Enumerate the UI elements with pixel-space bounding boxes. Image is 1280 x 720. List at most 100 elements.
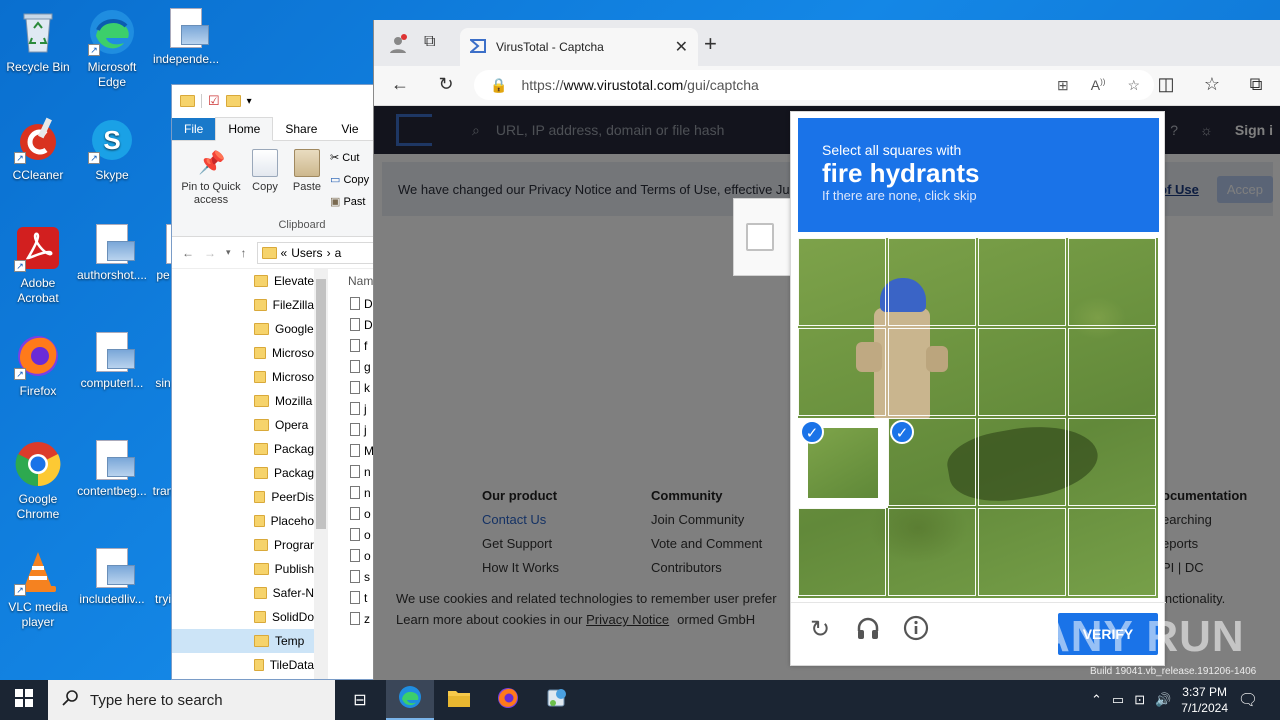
desktop-icon-authorshot[interactable]: authorshot.... bbox=[74, 224, 150, 283]
captcha-tile[interactable] bbox=[888, 238, 976, 326]
column-header-name[interactable]: Nam bbox=[330, 269, 375, 293]
nav-item[interactable]: Temp bbox=[172, 629, 314, 653]
nav-item[interactable]: SolidDo bbox=[172, 605, 314, 629]
path-next[interactable]: a bbox=[335, 246, 342, 260]
taskbar-app[interactable] bbox=[533, 680, 581, 720]
nav-item[interactable]: Packag bbox=[172, 437, 314, 461]
file-list-item[interactable]: j bbox=[330, 398, 375, 419]
taskbar-search[interactable]: Type here to search bbox=[48, 680, 335, 720]
back-icon[interactable]: ← bbox=[388, 74, 412, 95]
captcha-tile[interactable] bbox=[798, 508, 886, 596]
tab-view[interactable]: Vie bbox=[329, 118, 370, 140]
nav-item[interactable]: Elevate bbox=[172, 269, 314, 293]
taskbar-edge[interactable] bbox=[386, 680, 434, 720]
nav-item[interactable]: Publish bbox=[172, 557, 314, 581]
desktop-icon-recycle-bin[interactable]: Recycle Bin bbox=[0, 8, 76, 75]
nav-item[interactable]: FileZilla bbox=[172, 293, 314, 317]
close-tab-icon[interactable]: ✕ bbox=[675, 37, 688, 57]
profile-icon[interactable] bbox=[388, 34, 408, 59]
back-arrow-icon[interactable]: ← bbox=[182, 246, 194, 260]
notifications-button[interactable]: 🗨 bbox=[1224, 680, 1272, 720]
address-bar[interactable]: 🔒 https://www.virustotal.com/gui/captcha… bbox=[474, 70, 1154, 100]
tab-virustotal-captcha[interactable]: VirusTotal - Captcha ✕ bbox=[460, 28, 698, 66]
tab-home[interactable]: Home bbox=[215, 117, 274, 141]
path-users[interactable]: Users bbox=[291, 246, 322, 260]
recent-chevron-icon[interactable]: ▾ bbox=[226, 247, 231, 258]
file-list-item[interactable]: n bbox=[330, 482, 375, 503]
file-list-item[interactable]: o bbox=[330, 545, 375, 566]
cut-button[interactable]: ✂ Cut bbox=[330, 147, 369, 169]
up-arrow-icon[interactable]: ↑ bbox=[241, 246, 247, 260]
scrollbar-thumb[interactable] bbox=[316, 279, 326, 529]
battery-icon[interactable]: ▭ bbox=[1112, 692, 1124, 708]
pin-to-quick-access-button[interactable]: 📌 Pin to Quick access bbox=[176, 149, 246, 207]
nav-item[interactable]: Microso bbox=[172, 341, 314, 365]
captcha-tile[interactable] bbox=[798, 328, 886, 416]
file-list-item[interactable]: f bbox=[330, 335, 375, 356]
captcha-checkbox[interactable] bbox=[746, 223, 774, 251]
captcha-tile[interactable] bbox=[1068, 328, 1156, 416]
file-list-item[interactable]: o bbox=[330, 503, 375, 524]
tab-actions-icon[interactable]: ⧉ bbox=[424, 33, 435, 51]
nav-item[interactable]: PeerDis bbox=[172, 485, 314, 509]
desktop-icon-contentbeg[interactable]: contentbeg... bbox=[74, 440, 150, 499]
lock-icon[interactable]: 🔒 bbox=[490, 77, 507, 94]
collections-icon[interactable]: ⧉ bbox=[1244, 74, 1268, 95]
captcha-tile[interactable] bbox=[978, 418, 1066, 506]
split-screen-icon[interactable]: ◫ bbox=[1154, 74, 1178, 95]
file-list-item[interactable]: o bbox=[330, 524, 375, 545]
nav-item[interactable]: Mozilla bbox=[172, 389, 314, 413]
clock[interactable]: 3:37 PM 7/1/2024 bbox=[1181, 684, 1228, 716]
captcha-tile[interactable] bbox=[798, 238, 886, 326]
reload-icon[interactable]: ↻ bbox=[805, 615, 835, 645]
chevron-down-icon[interactable]: ▾ bbox=[247, 96, 252, 107]
desktop-icon-acrobat[interactable]: ↗ Adobe Acrobat bbox=[0, 224, 76, 306]
file-list-item[interactable]: g bbox=[330, 356, 375, 377]
info-icon[interactable] bbox=[901, 615, 931, 645]
desktop-icon-includedliv[interactable]: includedliv... bbox=[74, 548, 150, 607]
captcha-tile[interactable] bbox=[888, 508, 976, 596]
nav-item[interactable]: Opera bbox=[172, 413, 314, 437]
favorites-icon[interactable]: ☆ bbox=[1200, 74, 1224, 95]
file-list-item[interactable]: t bbox=[330, 587, 375, 608]
paste-button[interactable]: Paste bbox=[290, 149, 324, 194]
new-tab-icon[interactable]: + bbox=[704, 31, 717, 57]
desktop-icon-independe[interactable]: independe... bbox=[148, 8, 224, 67]
file-list-item[interactable]: k bbox=[330, 377, 375, 398]
nav-item[interactable]: Prograr bbox=[172, 533, 314, 557]
captcha-tile[interactable] bbox=[1068, 418, 1156, 506]
file-list-item[interactable]: D bbox=[330, 314, 375, 335]
copy-path-button[interactable]: ▭ Copy bbox=[330, 169, 369, 191]
file-list-item[interactable]: z bbox=[330, 608, 375, 629]
nav-item[interactable]: TileData bbox=[172, 653, 314, 677]
nav-item[interactable]: Safer-N bbox=[172, 581, 314, 605]
desktop-icon-chrome[interactable]: Google Chrome bbox=[0, 440, 76, 522]
file-list-item[interactable]: D bbox=[330, 293, 375, 314]
captcha-tile[interactable] bbox=[978, 328, 1066, 416]
desktop-icon-skype[interactable]: S ↗ Skype bbox=[74, 116, 150, 183]
network-icon[interactable]: ⊡ bbox=[1134, 692, 1145, 708]
tab-file[interactable]: File bbox=[172, 118, 216, 140]
captcha-tile[interactable] bbox=[978, 508, 1066, 596]
favorite-star-icon[interactable]: ☆ bbox=[1127, 77, 1140, 94]
chevron-up-icon[interactable]: ⌃ bbox=[1091, 692, 1102, 708]
volume-icon[interactable]: 🔊 bbox=[1155, 692, 1171, 708]
nav-item[interactable]: Google bbox=[172, 317, 314, 341]
path-overflow[interactable]: « bbox=[281, 246, 288, 260]
refresh-icon[interactable]: ↻ bbox=[434, 74, 458, 95]
file-list-item[interactable]: s bbox=[330, 566, 375, 587]
captcha-tile[interactable] bbox=[1068, 508, 1156, 596]
desktop-icon-ccleaner[interactable]: ↗ CCleaner bbox=[0, 116, 76, 183]
apps-icon[interactable]: ⊞ bbox=[1057, 77, 1069, 94]
task-view-button[interactable]: ⊟ bbox=[336, 680, 384, 720]
copy-button[interactable]: Copy bbox=[248, 149, 282, 194]
forward-arrow-icon[interactable]: → bbox=[204, 246, 216, 260]
captcha-tile[interactable] bbox=[978, 238, 1066, 326]
nav-item[interactable]: Packag bbox=[172, 461, 314, 485]
file-list-item[interactable]: M bbox=[330, 440, 375, 461]
new-folder-icon[interactable] bbox=[225, 95, 241, 107]
start-button[interactable] bbox=[0, 680, 48, 720]
properties-icon[interactable]: ☑ bbox=[208, 93, 220, 109]
nav-item[interactable]: Placeho bbox=[172, 509, 314, 533]
headphones-icon[interactable] bbox=[853, 615, 883, 645]
